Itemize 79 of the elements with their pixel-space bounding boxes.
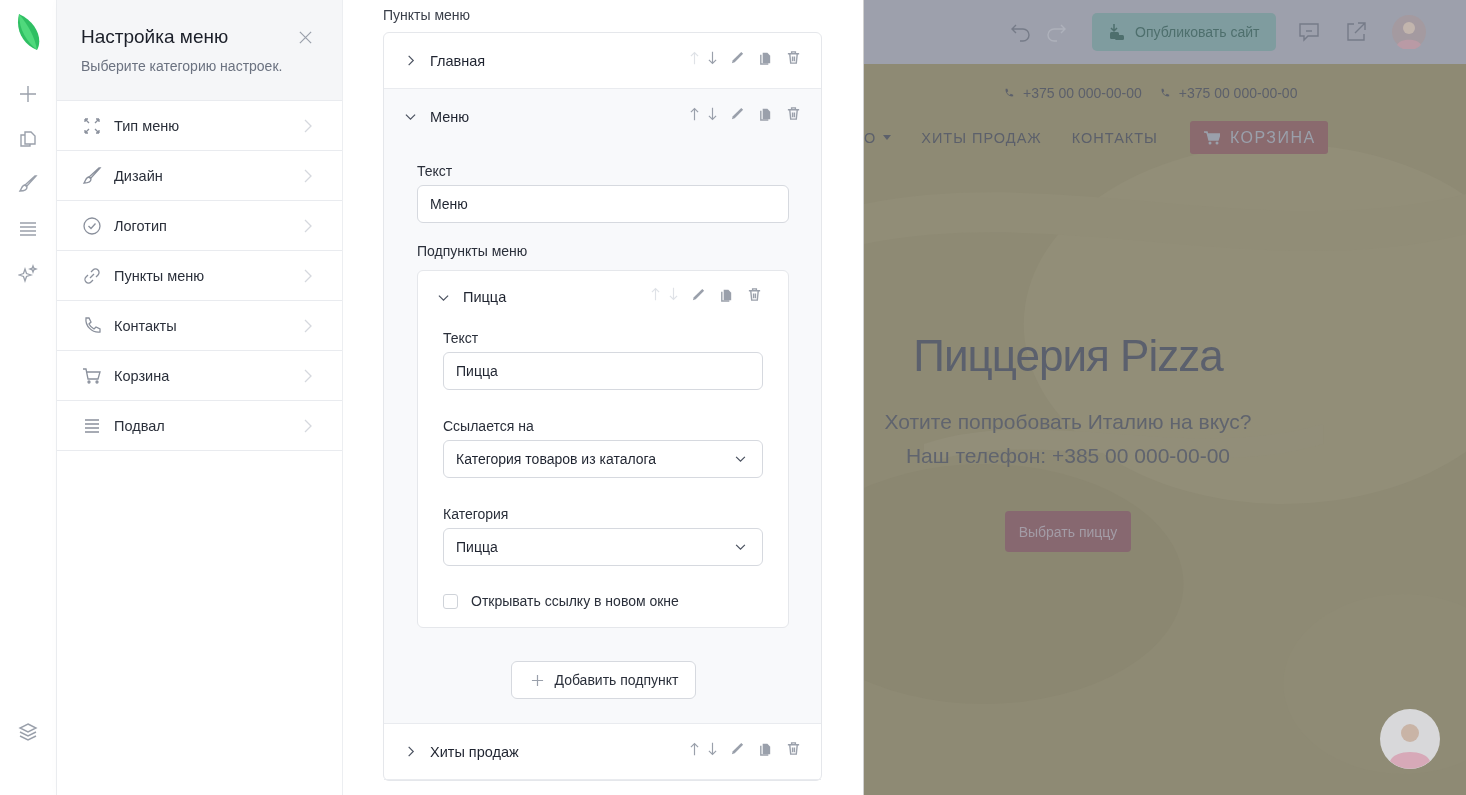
pages-icon[interactable] <box>18 129 38 149</box>
copy-icon[interactable] <box>758 106 773 121</box>
arrow-down-icon[interactable] <box>708 105 717 122</box>
chevron-right-icon <box>304 118 312 133</box>
select-field[interactable]: Пицца <box>443 528 763 566</box>
pencil-icon[interactable] <box>730 50 745 65</box>
chevron-down-icon <box>735 455 746 463</box>
text-field[interactable]: Пицца <box>443 352 763 390</box>
select-field[interactable]: Категория товаров из каталога <box>443 440 763 478</box>
category-item[interactable]: Контакты <box>57 301 342 351</box>
avatar[interactable] <box>1392 15 1427 49</box>
chevron-right-icon[interactable] <box>405 55 416 66</box>
brush-icon[interactable] <box>18 174 38 194</box>
chevron-right-icon <box>304 368 312 383</box>
text-field[interactable]: Меню <box>417 185 789 223</box>
phone-icon <box>1004 88 1014 98</box>
undo-icon[interactable] <box>1010 22 1032 42</box>
leaf-logo[interactable] <box>15 12 41 52</box>
expand-icon <box>82 115 102 136</box>
close-icon[interactable] <box>298 29 313 45</box>
layers-icon[interactable] <box>18 722 38 742</box>
chevron-right-icon[interactable] <box>405 746 416 757</box>
plus-icon <box>530 673 544 687</box>
panel-title: Настройка меню <box>81 26 229 48</box>
sparkles-icon[interactable] <box>18 264 38 284</box>
phone-icon <box>82 315 102 336</box>
link-icon <box>82 265 102 286</box>
comment-icon[interactable] <box>1298 21 1321 43</box>
arrow-up-icon[interactable] <box>690 740 699 757</box>
category-item[interactable]: Пункты меню <box>57 251 342 301</box>
arrow-down-icon[interactable] <box>708 49 717 66</box>
menu-item-label[interactable]: Хиты продаж <box>430 743 690 760</box>
field-label: Текст <box>443 330 480 346</box>
section-title: Пункты меню <box>383 7 472 23</box>
category-item[interactable]: Корзина <box>57 351 342 401</box>
cart-icon <box>82 365 102 386</box>
menu-item-label[interactable]: Меню <box>430 108 690 125</box>
phone-icon <box>1159 88 1170 98</box>
category-item[interactable]: Подвал <box>57 401 342 451</box>
menu-item-label[interactable]: Главная <box>430 52 690 69</box>
trash-icon[interactable] <box>747 286 762 302</box>
checkbox-label[interactable]: Открывать ссылку в новом окне <box>471 593 679 609</box>
add-subitem-button[interactable]: Добавить подпункт <box>510 661 696 699</box>
plus-icon[interactable] <box>18 84 38 104</box>
field-label: Текст <box>417 163 454 179</box>
lines-icon[interactable] <box>18 219 38 239</box>
check-badge-icon <box>82 215 102 236</box>
chevron-right-icon <box>304 418 312 433</box>
category-item[interactable]: Тип меню <box>57 101 342 151</box>
checkbox[interactable] <box>443 593 458 609</box>
panel-subtitle: Выберите категорию настроек. <box>81 58 284 74</box>
copy-icon[interactable] <box>758 50 773 65</box>
download-icon <box>1108 23 1126 41</box>
chevron-right-icon <box>304 318 312 333</box>
subitems-label: Подпункты меню <box>417 243 529 259</box>
pencil-icon[interactable] <box>730 741 745 756</box>
arrow-down-icon[interactable] <box>708 740 717 757</box>
copy-icon[interactable] <box>758 741 773 756</box>
trash-icon[interactable] <box>786 50 801 65</box>
pencil-icon[interactable] <box>691 286 706 302</box>
caret-icon <box>883 135 892 140</box>
arrow-up-icon[interactable] <box>690 105 699 122</box>
chevron-down-icon[interactable] <box>405 111 416 122</box>
chevron-right-icon <box>304 268 312 283</box>
category-item[interactable]: Дизайн <box>57 151 342 201</box>
chevron-right-icon <box>304 168 312 183</box>
chevron-down-icon <box>735 543 746 551</box>
cart-icon <box>1203 130 1220 145</box>
field-label: Ссылается на <box>443 418 535 434</box>
trash-icon[interactable] <box>786 106 801 121</box>
trash-icon[interactable] <box>786 741 801 756</box>
subitem-label[interactable]: Пицца <box>463 289 651 305</box>
chevron-right-icon <box>304 218 312 233</box>
pencil-icon[interactable] <box>730 106 745 121</box>
chat-avatar[interactable] <box>1380 709 1440 769</box>
field-label: Категория <box>443 506 510 522</box>
external-link-icon[interactable] <box>1345 21 1368 43</box>
brush-icon <box>82 165 102 186</box>
category-item[interactable]: Логотип <box>57 201 342 251</box>
